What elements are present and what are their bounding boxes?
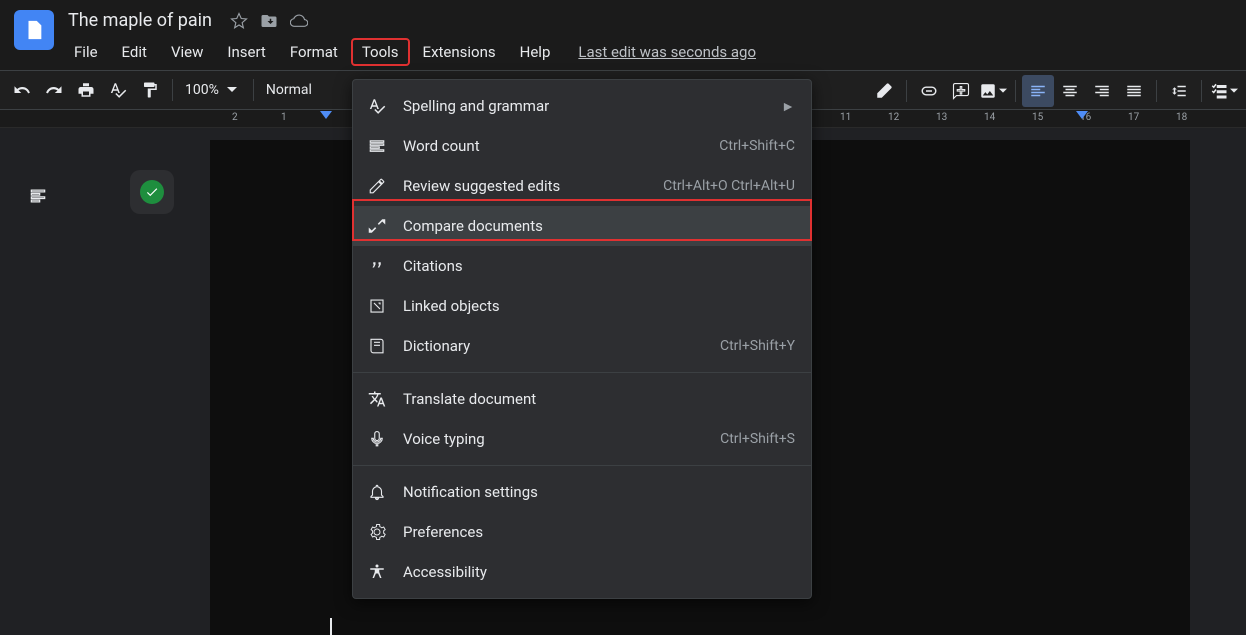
undo-button[interactable] bbox=[6, 74, 38, 106]
tools-menu-linked-objects[interactable]: Linked objects bbox=[353, 286, 811, 326]
highlight-color-button[interactable] bbox=[868, 75, 900, 107]
menu-item-label: Linked objects bbox=[403, 297, 795, 315]
tools-menu-citations[interactable]: Citations bbox=[353, 246, 811, 286]
wordcount-icon bbox=[367, 136, 387, 156]
menu-help[interactable]: Help bbox=[510, 39, 561, 65]
ruler-tick: 2 bbox=[232, 112, 238, 123]
ruler-tick: 15 bbox=[1032, 112, 1043, 123]
text-cursor bbox=[330, 618, 332, 635]
menu-edit[interactable]: Edit bbox=[112, 39, 157, 65]
submenu-arrow-icon: ► bbox=[781, 98, 795, 115]
left-indent-marker[interactable] bbox=[320, 111, 332, 119]
compare-icon bbox=[367, 216, 387, 236]
menu-item-label: Dictionary bbox=[403, 337, 720, 355]
cloud-saved-icon[interactable] bbox=[290, 12, 308, 30]
menu-item-label: Notification settings bbox=[403, 483, 795, 501]
menu-file[interactable]: File bbox=[64, 39, 108, 65]
menu-item-shortcut: Ctrl+Shift+C bbox=[719, 138, 795, 154]
menu-item-label: Voice typing bbox=[403, 430, 720, 448]
ruler-tick: 12 bbox=[888, 112, 899, 123]
tools-menu-preferences[interactable]: Preferences bbox=[353, 512, 811, 552]
tools-menu-spelling-and-grammar[interactable]: Spelling and grammar ► bbox=[353, 86, 811, 126]
right-indent-marker[interactable] bbox=[1076, 111, 1088, 119]
tools-menu-translate-document[interactable]: Translate document bbox=[353, 379, 811, 419]
tools-menu-compare-documents[interactable]: Compare documents bbox=[353, 206, 811, 246]
ruler-tick: 1 bbox=[281, 112, 287, 123]
last-edit-status[interactable]: Last edit was seconds ago bbox=[578, 39, 756, 65]
ruler-tick: 17 bbox=[1128, 112, 1139, 123]
menu-item-label: Compare documents bbox=[403, 217, 795, 235]
menu-item-shortcut: Ctrl+Shift+S bbox=[720, 431, 795, 447]
accessibility-icon bbox=[367, 562, 387, 582]
menu-item-label: Spelling and grammar bbox=[403, 97, 773, 115]
spellcheck-icon bbox=[367, 96, 387, 116]
spellcheck-button[interactable] bbox=[102, 74, 134, 106]
ruler-tick: 11 bbox=[840, 112, 851, 123]
menu-item-label: Translate document bbox=[403, 390, 795, 408]
ruler-tick: 13 bbox=[936, 112, 947, 123]
move-to-folder-icon[interactable] bbox=[260, 12, 278, 30]
star-icon[interactable] bbox=[230, 12, 248, 30]
translate-icon bbox=[367, 389, 387, 409]
menu-separator bbox=[353, 372, 811, 373]
review-icon bbox=[367, 176, 387, 196]
tools-menu-notification-settings[interactable]: Notification settings bbox=[353, 472, 811, 512]
add-comment-button[interactable] bbox=[945, 75, 977, 107]
paint-format-button[interactable] bbox=[134, 74, 166, 106]
menu-item-label: Accessibility bbox=[403, 563, 795, 581]
tools-menu-voice-typing[interactable]: Voice typingCtrl+Shift+S bbox=[353, 419, 811, 459]
align-left-button[interactable] bbox=[1022, 75, 1054, 107]
zoom-select[interactable]: 100% bbox=[179, 82, 247, 98]
bell-icon bbox=[367, 482, 387, 502]
menu-item-label: Review suggested edits bbox=[403, 177, 663, 195]
menu-bar: File Edit View Insert Format Tools Exten… bbox=[62, 33, 756, 65]
citations-icon bbox=[367, 256, 387, 276]
menu-insert[interactable]: Insert bbox=[217, 39, 275, 65]
align-right-button[interactable] bbox=[1086, 75, 1118, 107]
tools-menu-dropdown: Spelling and grammar►Word countCtrl+Shif… bbox=[352, 79, 812, 599]
zoom-value: 100% bbox=[185, 82, 219, 98]
paragraph-style-select[interactable]: Normal bbox=[260, 82, 322, 98]
line-spacing-button[interactable] bbox=[1163, 75, 1195, 107]
check-circle-icon bbox=[140, 180, 164, 204]
menu-item-label: Citations bbox=[403, 257, 795, 275]
status-check-chip[interactable] bbox=[130, 170, 174, 214]
menu-item-label: Preferences bbox=[403, 523, 795, 541]
ruler-tick: 14 bbox=[984, 112, 995, 123]
tools-menu-review-suggested-edits[interactable]: Review suggested editsCtrl+Alt+O Ctrl+Al… bbox=[353, 166, 811, 206]
insert-link-button[interactable] bbox=[913, 75, 945, 107]
tools-menu-word-count[interactable]: Word countCtrl+Shift+C bbox=[353, 126, 811, 166]
ruler-tick: 18 bbox=[1176, 112, 1187, 123]
paragraph-style-value: Normal bbox=[266, 82, 312, 98]
menu-view[interactable]: View bbox=[161, 39, 213, 65]
menu-item-shortcut: Ctrl+Alt+O Ctrl+Alt+U bbox=[663, 178, 795, 194]
menu-extensions[interactable]: Extensions bbox=[413, 39, 506, 65]
voice-icon bbox=[367, 429, 387, 449]
menu-separator bbox=[353, 465, 811, 466]
checklist-button[interactable] bbox=[1208, 75, 1240, 107]
redo-button[interactable] bbox=[38, 74, 70, 106]
align-center-button[interactable] bbox=[1054, 75, 1086, 107]
menu-format[interactable]: Format bbox=[280, 39, 348, 65]
tools-menu-accessibility[interactable]: Accessibility bbox=[353, 552, 811, 592]
menu-tools[interactable]: Tools bbox=[352, 39, 409, 65]
title-bar: The maple of pain File Edit View Insert … bbox=[0, 0, 1246, 70]
tools-menu-dictionary[interactable]: DictionaryCtrl+Shift+Y bbox=[353, 326, 811, 366]
print-button[interactable] bbox=[70, 74, 102, 106]
align-justify-button[interactable] bbox=[1118, 75, 1150, 107]
document-outline-button[interactable] bbox=[22, 180, 54, 212]
insert-image-button[interactable] bbox=[977, 75, 1009, 107]
menu-item-label: Word count bbox=[403, 137, 719, 155]
docs-app-icon[interactable] bbox=[14, 10, 54, 50]
prefs-icon bbox=[367, 522, 387, 542]
linked-icon bbox=[367, 296, 387, 316]
menu-item-shortcut: Ctrl+Shift+Y bbox=[720, 338, 795, 354]
document-title[interactable]: The maple of pain bbox=[62, 8, 218, 33]
dictionary-icon bbox=[367, 336, 387, 356]
